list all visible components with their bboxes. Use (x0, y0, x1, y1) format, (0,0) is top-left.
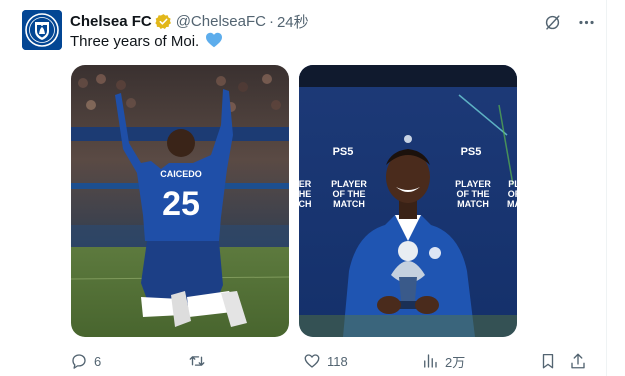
player-kneeling-photo: CAICEDO 25 (71, 65, 289, 337)
display-name[interactable]: Chelsea FC (70, 13, 152, 30)
edge-right-line-1: PL (508, 179, 517, 189)
tweet-header: Chelsea FC @ChelseaFC · 24秒 (70, 11, 309, 31)
edge-right-line-3: MA (507, 199, 517, 209)
like-count: 118 (327, 353, 348, 369)
award-left-line-2: OF THE (333, 189, 366, 199)
tweet-image-2[interactable]: PS5 PS5 PLAYER OF THE MATCH PLAYER OF TH… (299, 65, 517, 337)
grok-icon (545, 14, 560, 30)
tweet-top-actions (540, 10, 598, 34)
bookmark-button[interactable] (539, 351, 557, 371)
player-of-the-match-photo: PS5 PS5 PLAYER OF THE MATCH PLAYER OF TH… (299, 65, 517, 337)
avatar[interactable] (22, 10, 62, 50)
sponsor-left: PS5 (333, 146, 354, 158)
reply-count: 6 (94, 353, 102, 369)
tweet-image-1[interactable]: CAICEDO 25 (71, 65, 289, 337)
sponsor-right: PS5 (461, 146, 482, 158)
tweet-actions: 6 118 2万 (70, 351, 590, 371)
tweet-text: Three years of Moi. (70, 32, 223, 52)
tweet-text-content: Three years of Moi. (70, 33, 200, 50)
chelsea-crest-icon (22, 10, 62, 50)
more-options-button[interactable] (574, 10, 598, 34)
retweet-icon (189, 356, 205, 366)
blue-heart-icon (205, 32, 223, 48)
views-chart-icon (424, 354, 437, 368)
share-button[interactable] (569, 351, 587, 371)
views-button[interactable]: 2万 (421, 351, 465, 371)
edge-left-line-2: HE (299, 189, 311, 199)
jersey-number: 25 (162, 185, 200, 223)
share-upload-icon (571, 353, 585, 369)
views-count: 2万 (445, 354, 466, 370)
jersey-name: CAICEDO (160, 169, 202, 179)
heart-icon (304, 354, 320, 368)
timestamp[interactable]: 24秒 (277, 11, 309, 32)
edge-right-line-2: OF (508, 189, 517, 199)
user-handle[interactable]: @ChelseaFC (176, 13, 266, 30)
grok-button[interactable] (540, 10, 564, 34)
reply-icon (72, 354, 86, 369)
retweet-button[interactable] (188, 351, 212, 371)
verified-badge-icon[interactable] (155, 13, 172, 30)
more-dots-icon (578, 20, 594, 24)
award-left-line-3: MATCH (333, 199, 365, 209)
like-button[interactable]: 118 (303, 351, 348, 371)
award-right-line-3: MATCH (457, 199, 489, 209)
reply-button[interactable]: 6 (70, 351, 101, 371)
award-right-line-2: OF THE (457, 189, 490, 199)
separator-dot: · (268, 12, 274, 30)
bookmark-icon (542, 353, 554, 369)
award-left-line-1: PLAYER (331, 179, 367, 189)
award-right-line-1: PLAYER (455, 179, 491, 189)
timeline-divider (606, 0, 607, 376)
edge-left-line-1: ER (299, 179, 312, 189)
edge-left-line-3: CH (299, 199, 312, 209)
